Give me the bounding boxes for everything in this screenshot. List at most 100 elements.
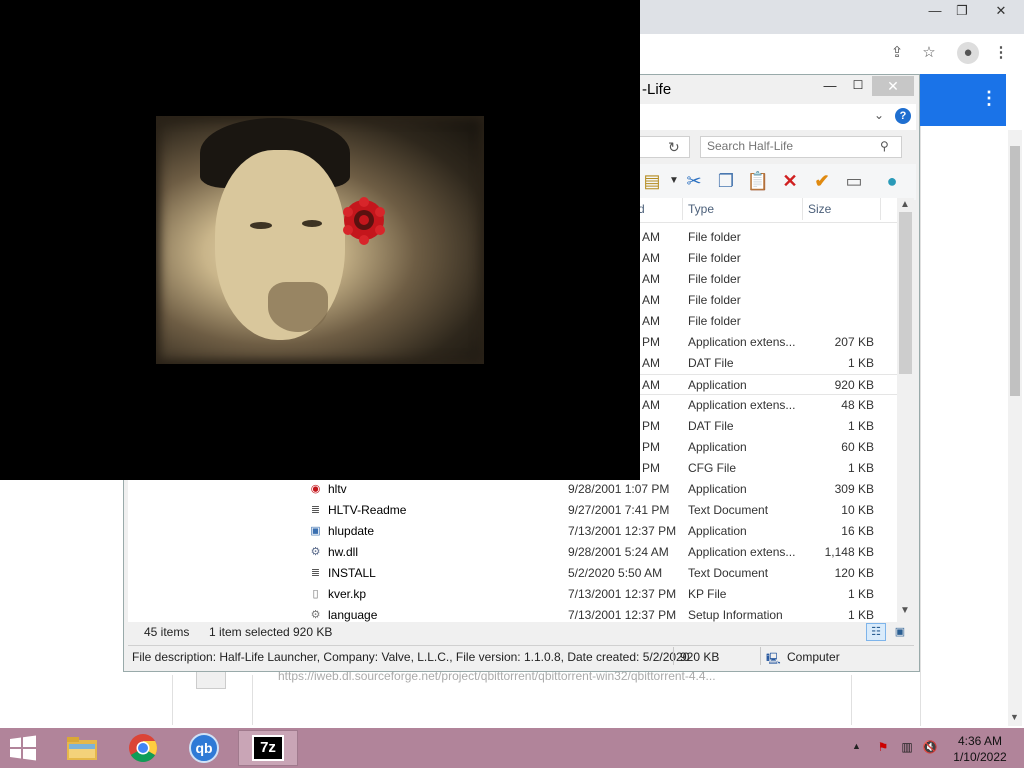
file-name: INSTALL [328, 566, 376, 580]
file-type: KP File [688, 587, 727, 601]
file-name: kver.kp [328, 587, 367, 601]
file-date: 7/13/2001 12:37 PM [568, 587, 677, 601]
profile-icon[interactable]: ● [957, 42, 979, 64]
divider [673, 647, 674, 665]
file-date: AM [642, 314, 660, 328]
file-type: Application extens... [688, 398, 796, 412]
cut-icon[interactable]: ✂ [682, 168, 706, 194]
column-type[interactable]: Type [688, 202, 714, 216]
file-type: CFG File [688, 461, 736, 475]
details-view-icon[interactable]: ☷ [866, 623, 886, 641]
globe-icon[interactable]: ● [880, 168, 904, 194]
table-row[interactable]: ≣ HLTV-Readme 9/27/2001 7:41 PM Text Docume… [128, 500, 897, 521]
explorer-minimize-button[interactable]: — [818, 78, 842, 96]
splash-eye [250, 222, 272, 229]
page-side-panel [920, 126, 1009, 726]
file-size: 60 KB [841, 440, 874, 454]
star-icon[interactable]: ☆ [918, 42, 940, 64]
file-date: 9/28/2001 1:07 PM [568, 482, 670, 496]
taskbar-7zip[interactable]: 7z [238, 730, 298, 766]
large-icons-view-icon[interactable]: ▣ [890, 623, 910, 641]
file-name: HLTV-Readme [328, 503, 407, 517]
file-date: 5/2/2020 5:50 AM [568, 566, 663, 580]
file-date: 7/13/2001 12:37 PM [568, 524, 677, 538]
app-icon: ▣ [310, 525, 321, 537]
column-separator[interactable] [802, 198, 803, 220]
action-center-flag-icon[interactable]: ⚑ [874, 740, 892, 756]
delete-icon[interactable]: ✕ [778, 168, 802, 194]
clock-date[interactable]: 1/10/2022 [945, 750, 1015, 764]
column-separator[interactable] [880, 198, 881, 220]
file-type: DAT File [688, 356, 734, 370]
copy-icon[interactable]: ❐ [714, 168, 738, 194]
paste-icon[interactable]: 📋 [746, 168, 770, 194]
volume-muted-icon[interactable]: 🔇 [921, 740, 939, 756]
text-icon: ≣ [310, 504, 321, 516]
address-bar[interactable] [640, 136, 690, 158]
table-row[interactable]: ⚙ hw.dll 9/28/2001 5:24 AM Application exte… [128, 542, 897, 563]
kebab-menu-icon[interactable]: ⋮ [990, 42, 1012, 64]
divider [252, 675, 253, 725]
list-scrollbar-thumb[interactable] [899, 212, 912, 374]
7zip-icon: 7z [252, 735, 284, 761]
explorer-title: -Life [642, 81, 672, 98]
rename-icon[interactable]: ✔ [810, 168, 834, 194]
file-type: Application [688, 378, 747, 392]
show-hidden-icons-icon[interactable]: ▲ [852, 741, 861, 751]
location-label: Computer [787, 650, 840, 664]
file-size: 309 KB [834, 482, 874, 496]
file-type: Application extens... [688, 335, 796, 349]
column-separator[interactable] [682, 198, 683, 220]
expand-ribbon-icon[interactable]: ⌄ [874, 108, 884, 122]
page-scrollbar-thumb[interactable] [1010, 146, 1020, 396]
refresh-icon[interactable]: ↻ [668, 139, 680, 156]
splash-beard [268, 282, 328, 332]
file-type: DAT File [688, 419, 734, 433]
file-size: 1,148 KB [824, 545, 874, 559]
explorer-maximize-button[interactable]: ☐ [846, 78, 870, 96]
file-size: 1 KB [847, 587, 874, 601]
file-type: Text Document [688, 566, 769, 580]
search-icon[interactable]: ⚲ [880, 139, 889, 153]
file-size: 120 KB [834, 566, 874, 580]
table-row[interactable]: ≣ INSTALL 5/2/2020 5:50 AM Text Document 120… [128, 563, 897, 584]
divider [172, 675, 173, 725]
splash-eye [302, 220, 322, 227]
network-icon[interactable]: ▥ [898, 740, 916, 756]
file-icon: ▯ [312, 588, 319, 600]
file-name: hlupdate [328, 524, 375, 538]
clock-time[interactable]: 4:36 AM [945, 734, 1015, 748]
help-icon[interactable]: ? [895, 108, 911, 124]
share-icon[interactable]: ⇪ [886, 42, 908, 64]
scroll-up-icon[interactable]: ▲ [900, 199, 910, 210]
search-input[interactable] [707, 139, 877, 153]
chrome-close-button[interactable]: ✕ [984, 0, 1018, 22]
computer-icon: 🖳 [766, 653, 781, 665]
taskbar-chrome[interactable] [114, 730, 174, 766]
file-type: File folder [688, 314, 741, 328]
file-icon [196, 672, 226, 689]
file-size: 16 KB [841, 524, 874, 538]
table-row[interactable]: ▣ hlupdate 7/13/2001 12:37 PM Application 16… [128, 521, 897, 542]
table-row[interactable]: ▯ kver.kp 7/13/2001 12:37 PM KP File 1 KB [128, 584, 897, 605]
file-size: 207 KB [834, 335, 874, 349]
scroll-down-icon[interactable]: ▼ [900, 605, 910, 616]
properties-icon[interactable]: ▤ [640, 168, 664, 194]
page-scroll-down-icon[interactable]: ▼ [1010, 712, 1019, 722]
table-row[interactable]: ◉ hltv 9/28/2001 1:07 PM Application 309 KB [128, 479, 897, 500]
file-size: 1 KB [847, 461, 874, 475]
move-icon[interactable]: ▭ [842, 168, 866, 194]
explorer-close-button[interactable]: ✕ [872, 76, 914, 96]
valve-logo-icon [343, 197, 385, 245]
file-date: 9/28/2001 5:24 AM [568, 545, 669, 559]
file-type: File folder [688, 230, 741, 244]
half-life-window[interactable] [0, 0, 640, 480]
page-menu-icon[interactable]: ⋮ [980, 88, 998, 109]
column-size[interactable]: Size [808, 202, 831, 216]
chrome-restore-button[interactable]: ❐ [945, 0, 979, 22]
file-name: language [328, 608, 378, 622]
taskbar-file-explorer[interactable] [52, 730, 112, 766]
windows-start-icon[interactable] [8, 735, 38, 761]
file-size: 10 KB [841, 503, 874, 517]
taskbar-qbittorrent[interactable]: qb [176, 730, 236, 766]
